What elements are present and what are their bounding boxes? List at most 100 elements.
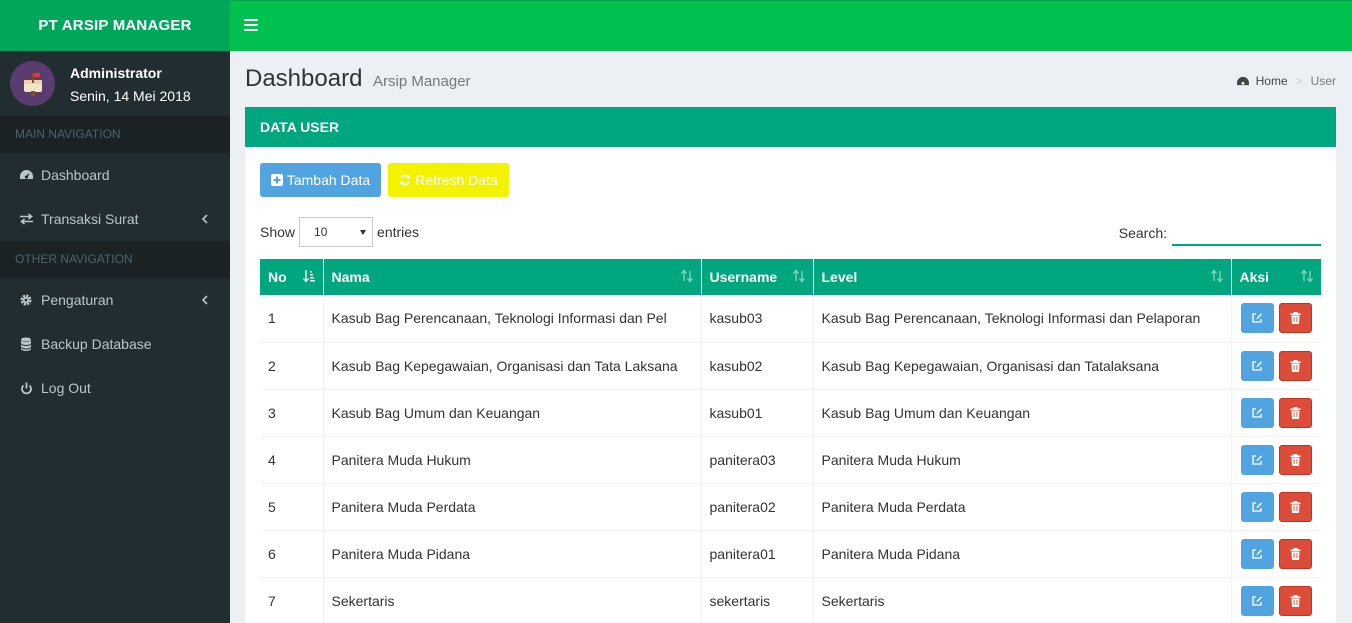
cell-no: 2 (260, 342, 324, 390)
sidebar-item-label: Dashboard (41, 167, 110, 183)
add-data-label: Tambah Data (286, 172, 371, 188)
cell-no: 7 (260, 577, 324, 623)
cell-level: Panitera Muda Pidana (813, 530, 1232, 578)
search-input[interactable] (1172, 219, 1321, 246)
dashboard-icon (18, 167, 34, 183)
breadcrumb-home[interactable]: Home (1256, 74, 1288, 88)
cell-no: 1 (260, 295, 324, 343)
show-label: Show (260, 224, 296, 240)
sidebar-item-label: Pengaturan (41, 292, 114, 308)
delete-button[interactable] (1279, 397, 1313, 428)
cell-nama: Panitera Muda Perdata (323, 483, 702, 531)
user-table: No Nama Username Level Aksi 1 Kasub Bag (260, 259, 1321, 623)
sort-icon (1301, 269, 1313, 283)
table-row: 3 Kasub Bag Umum dan Keuangan kasub01 Ka… (260, 389, 1321, 437)
user-panel: Administrator Senin, 14 Mei 2018 (0, 51, 230, 116)
refresh-data-label: Refresh Data (415, 172, 498, 188)
edit-button[interactable] (1240, 397, 1274, 428)
cell-no: 3 (260, 389, 324, 437)
trash-icon (1290, 406, 1301, 419)
cell-aksi (1231, 436, 1321, 484)
page-subtitle: Arsip Manager (373, 73, 471, 90)
sidebar-toggle-icon[interactable] (244, 16, 258, 34)
main-navigation-header: MAIN NAVIGATION (0, 116, 230, 153)
table-row: 2 Kasub Bag Kepegawaian, Organisasi dan … (260, 342, 1321, 390)
cell-no: 6 (260, 530, 324, 578)
sidebar-item-label: Backup Database (41, 336, 152, 352)
cell-nama: Kasub Bag Kepegawaian, Organisasi dan Ta… (323, 342, 702, 390)
cell-level: Kasub Bag Kepegawaian, Organisasi dan Ta… (813, 342, 1232, 390)
refresh-icon (399, 174, 411, 186)
user-name: Administrator (70, 65, 162, 81)
column-header-no[interactable]: No (260, 259, 324, 295)
delete-button[interactable] (1279, 303, 1313, 334)
sidebar-item-backup-database[interactable]: Backup Database (0, 322, 230, 366)
cell-username: sekertaris (701, 577, 814, 623)
cell-level: Panitera Muda Hukum (813, 436, 1232, 484)
user-date: Senin, 14 Mei 2018 (70, 88, 191, 104)
entries-length: Show 10 entries (260, 217, 419, 247)
entries-label: entries (377, 224, 420, 240)
column-header-nama[interactable]: Nama (323, 259, 702, 295)
cell-aksi (1231, 389, 1321, 437)
column-header-aksi[interactable]: Aksi (1231, 259, 1321, 295)
edit-icon (1252, 595, 1262, 606)
column-header-level[interactable]: Level (813, 259, 1232, 295)
sort-icon (792, 269, 805, 283)
edit-icon (1252, 501, 1262, 512)
cell-aksi (1231, 483, 1321, 531)
sidebar-item-pengaturan[interactable]: Pengaturan (0, 278, 230, 322)
table-header-row: No Nama Username Level Aksi (260, 259, 1321, 295)
table-row: 7 Sekertaris sekertaris Sekertaris (260, 577, 1321, 623)
cell-nama: Kasub Bag Perencanaan, Teknologi Informa… (323, 295, 702, 343)
add-data-button[interactable]: Tambah Data (260, 163, 381, 197)
delete-button[interactable] (1279, 491, 1313, 522)
plus-square-icon (270, 174, 283, 186)
edit-button[interactable] (1240, 444, 1274, 475)
data-user-box: DATA USER Tambah Data Refresh Data Show … (245, 107, 1336, 623)
cell-nama: Kasub Bag Umum dan Keuangan (323, 389, 702, 437)
box-title: DATA USER (245, 107, 1336, 147)
cell-nama: Panitera Muda Pidana (323, 530, 702, 578)
edit-button[interactable] (1240, 538, 1274, 569)
edit-button[interactable] (1240, 585, 1274, 616)
top-navbar (230, 0, 1352, 51)
sort-icon (680, 269, 693, 283)
navbar-border (230, 0, 1352, 1)
delete-button[interactable] (1279, 538, 1313, 569)
edit-button[interactable] (1240, 350, 1274, 381)
cell-aksi (1231, 577, 1321, 623)
trash-icon (1290, 594, 1301, 607)
sort-icon (1210, 269, 1223, 283)
dashboard-icon (1236, 76, 1249, 85)
delete-button[interactable] (1279, 444, 1313, 475)
edit-button[interactable] (1240, 303, 1274, 334)
cell-nama: Panitera Muda Hukum (323, 436, 702, 484)
edit-button[interactable] (1240, 491, 1274, 522)
sidebar-item-log-out[interactable]: Log Out (0, 366, 230, 410)
search-label: Search: (1118, 224, 1167, 241)
table-row: 5 Panitera Muda Perdata panitera02 Panit… (260, 483, 1321, 531)
caret-down-icon (360, 230, 367, 235)
entries-select[interactable]: 10 (299, 217, 374, 247)
cell-level: Kasub Bag Perencanaan, Teknologi Informa… (813, 295, 1232, 343)
breadcrumb-current: User (1310, 74, 1336, 88)
sidebar-item-dashboard[interactable]: Dashboard (0, 153, 230, 197)
delete-button[interactable] (1279, 350, 1313, 381)
avatar (10, 61, 55, 106)
refresh-data-button[interactable]: Refresh Data (388, 163, 509, 197)
cell-username: kasub01 (701, 389, 814, 437)
cell-username: panitera02 (701, 483, 814, 531)
exchange-icon (18, 211, 34, 227)
sidebar-item-transaksi-surat[interactable]: Transaksi Surat (0, 197, 230, 241)
trash-icon (1290, 547, 1301, 560)
column-header-username[interactable]: Username (701, 259, 814, 295)
breadcrumb: Home > User (1236, 74, 1336, 88)
app-logo[interactable]: PT ARSIP MANAGER (0, 0, 230, 51)
search-filter: Search: (1119, 219, 1321, 246)
content-header: Dashboard Arsip Manager Home > User (230, 51, 1352, 107)
delete-button[interactable] (1279, 585, 1313, 616)
edit-icon (1252, 548, 1262, 559)
cell-no: 4 (260, 436, 324, 484)
table-row: 1 Kasub Bag Perencanaan, Teknologi Infor… (260, 295, 1321, 343)
